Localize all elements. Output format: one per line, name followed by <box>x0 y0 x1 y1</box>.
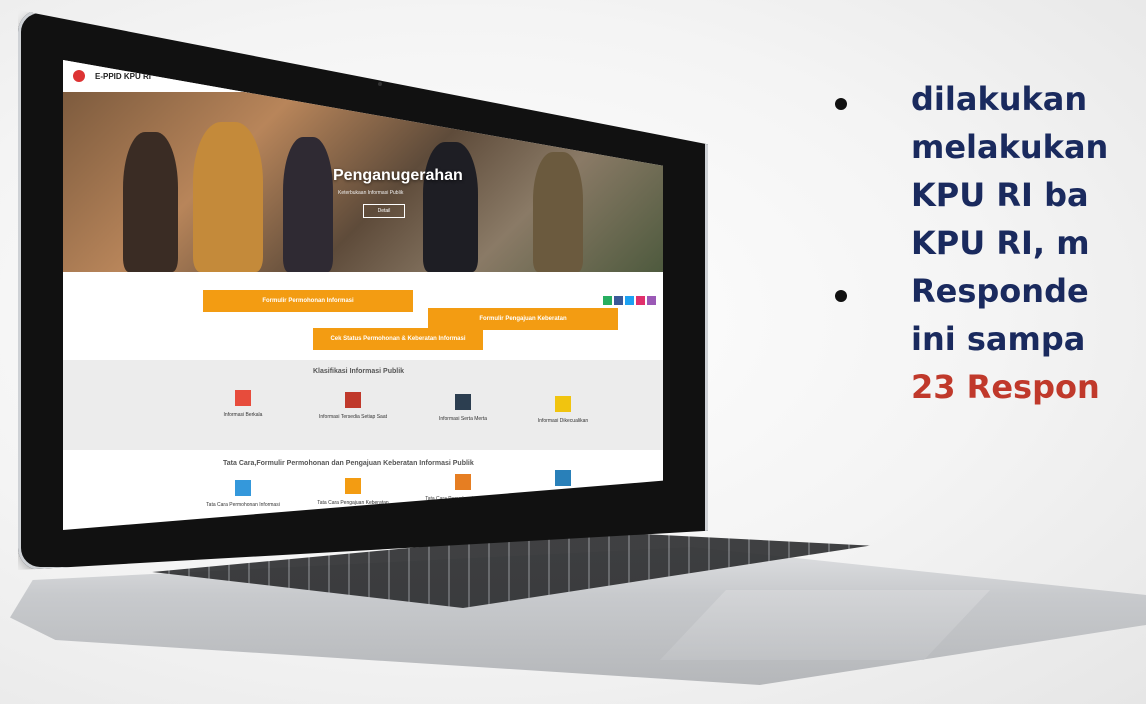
bullet-icon <box>835 290 847 302</box>
bullet-line: ini sampa <box>911 320 1086 358</box>
classification-label: Informasi Dikecualikan <box>537 418 589 424</box>
procedure-label: Panduan Penggunaan E-PPID <box>529 492 597 498</box>
hero-banner: Penganugerahan Keterbukaan Informasi Pub… <box>63 92 663 272</box>
kpu-logo-icon <box>73 70 85 82</box>
nav-item-regulasi[interactable]: Regulasi <box>185 73 208 79</box>
procedure-label: Tata Cara Permohonan Informasi <box>206 502 280 508</box>
bullet-line: KPU RI, m <box>911 224 1090 262</box>
request-form-button[interactable]: Formulir Permohonan Informasi <box>203 290 413 312</box>
hero-subtitle: Keterbukaan Informasi Publik <box>338 190 404 196</box>
classification-item[interactable]: Informasi Tersedia Setiap Saat <box>313 392 393 420</box>
hero-photo-figure <box>423 142 478 272</box>
procedure-item[interactable]: Tata Cara Pengajuan Keberatan <box>313 478 393 506</box>
classification-label: Informasi Serta Merta <box>438 416 488 422</box>
classification-item[interactable]: Informasi Serta Merta <box>423 394 503 422</box>
twitter-icon[interactable] <box>625 296 634 305</box>
slide-bullet-list: dilakukan melakukan KPU RI ba KPU RI, m … <box>835 80 1146 480</box>
procedure-label: Tata Cara Penyelesaian Sengketa <box>425 496 501 502</box>
procedure-item[interactable]: Panduan Penggunaan E-PPID <box>523 470 603 498</box>
search-icon[interactable] <box>377 71 388 81</box>
instagram-icon[interactable] <box>636 296 645 305</box>
bullet-line: KPU RI ba <box>911 176 1089 214</box>
procedure-item[interactable]: Tata Cara Permohonan Informasi <box>203 480 283 508</box>
form-icon <box>345 478 361 494</box>
webcam-icon <box>378 82 382 86</box>
laptop-screen: E-PPID KPU RI Profil Regulasi Informasi … <box>63 60 663 530</box>
hero-photo-figure <box>283 137 333 272</box>
social-links <box>603 296 656 305</box>
classification-label: Informasi Berkala <box>223 412 263 418</box>
folder-icon <box>345 392 361 408</box>
nav-item-alur[interactable]: Alur <box>271 73 282 79</box>
bullet-line: melakukan <box>911 128 1109 166</box>
nav-item-berita[interactable]: Berita <box>291 73 307 79</box>
document-icon <box>455 394 471 410</box>
scale-icon <box>455 474 471 490</box>
hero-photo-figure <box>123 132 178 272</box>
classification-item[interactable]: Informasi Dikecualikan <box>523 396 603 424</box>
bullet-line: dilakukan <box>911 80 1088 118</box>
nav-item-galeri[interactable]: Galeri <box>317 73 333 79</box>
flowchart-icon <box>235 480 251 496</box>
classification-title: Klasifikasi Informasi Publik <box>313 368 405 375</box>
procedure-item[interactable]: Tata Cara Penyelesaian Sengketa <box>423 474 503 502</box>
calendar-icon <box>235 390 251 406</box>
hero-detail-button[interactable]: Detail <box>363 204 405 218</box>
bullet-icon <box>835 98 847 110</box>
login-button[interactable]: Login <box>343 71 368 81</box>
lock-document-icon <box>555 396 571 412</box>
procedure-title: Tata Cara,Formulir Permohonan dan Pengaj… <box>223 460 474 467</box>
site-logo-text[interactable]: E-PPID KPU RI <box>95 72 151 81</box>
whatsapp-icon[interactable] <box>603 296 612 305</box>
classification-item[interactable]: Informasi Berkala <box>203 390 283 418</box>
hero-title: Penganugerahan <box>333 167 463 184</box>
hero-photo-figure <box>533 152 583 272</box>
objection-form-button[interactable]: Formulir Pengajuan Keberatan <box>428 308 618 330</box>
site-navbar: E-PPID KPU RI Profil Regulasi Informasi … <box>63 60 663 93</box>
classification-section: Klasifikasi Informasi Publik Informasi B… <box>63 360 663 450</box>
hero-photo-figure <box>193 122 263 272</box>
nav-item-informasi[interactable]: Informasi Publik <box>218 73 261 79</box>
laptop-lid: E-PPID KPU RI Profil Regulasi Informasi … <box>18 10 708 570</box>
bullet-line: Responde <box>911 272 1089 310</box>
procedure-label: Tata Cara Pengajuan Keberatan <box>317 500 389 506</box>
youtube-icon[interactable] <box>647 296 656 305</box>
guide-icon <box>555 470 571 486</box>
bullet-line-highlight: 23 Respon <box>911 368 1100 406</box>
status-check-button[interactable]: Cek Status Permohonan & Keberatan Inform… <box>313 328 483 350</box>
nav-item-profil[interactable]: Profil <box>161 73 175 79</box>
facebook-icon[interactable] <box>614 296 623 305</box>
classification-label: Informasi Tersedia Setiap Saat <box>318 414 387 420</box>
